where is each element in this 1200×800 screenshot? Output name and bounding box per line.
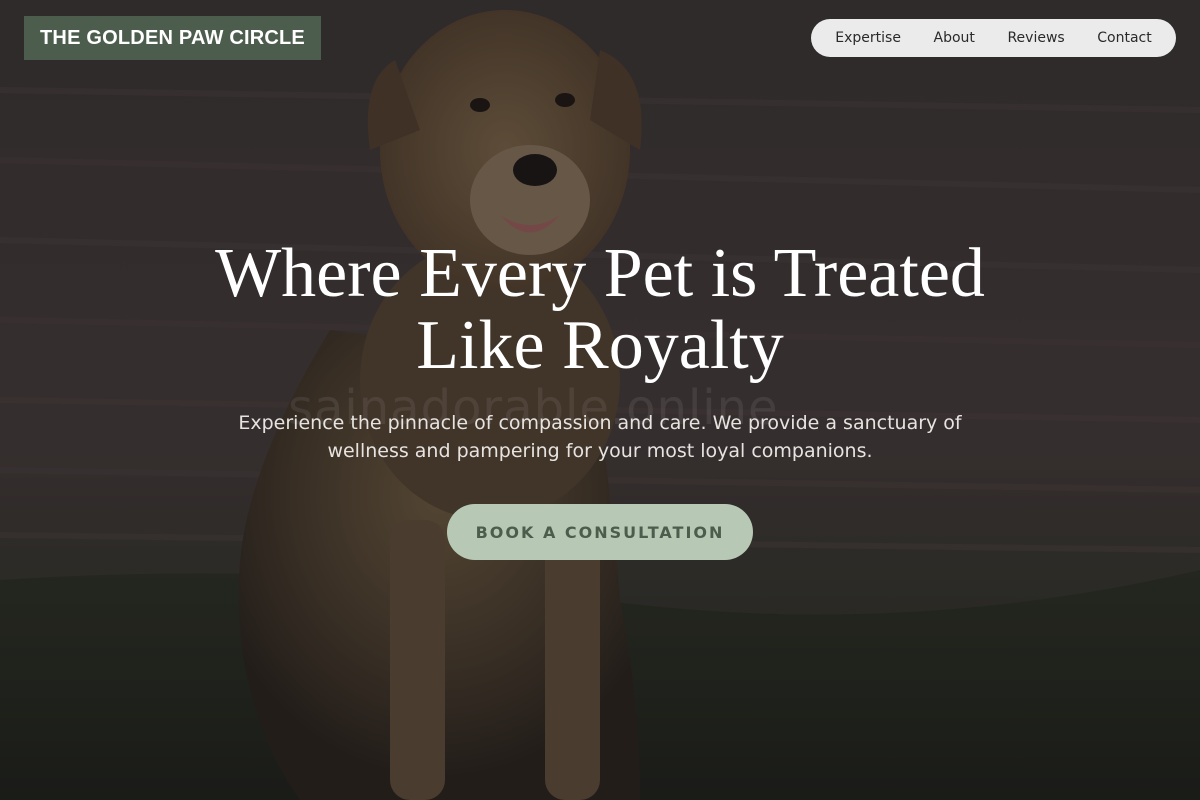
nav-link-expertise[interactable]: Expertise <box>835 30 901 46</box>
book-consultation-button[interactable]: BOOK A CONSULTATION <box>447 504 753 560</box>
hero-section: sainadorable.online THE GOLDEN PAW CIRCL… <box>0 0 1200 800</box>
nav-link-reviews[interactable]: Reviews <box>1007 30 1064 46</box>
brand-logo[interactable]: THE GOLDEN PAW CIRCLE <box>24 16 321 60</box>
hero-subtitle: Experience the pinnacle of compassion an… <box>238 412 962 462</box>
main-nav: Expertise About Reviews Contact <box>811 19 1176 57</box>
nav-link-about[interactable]: About <box>934 30 975 46</box>
nav-link-contact[interactable]: Contact <box>1097 30 1151 46</box>
hero-headline: Where Every Pet is Treated Like Royalty <box>215 235 985 384</box>
